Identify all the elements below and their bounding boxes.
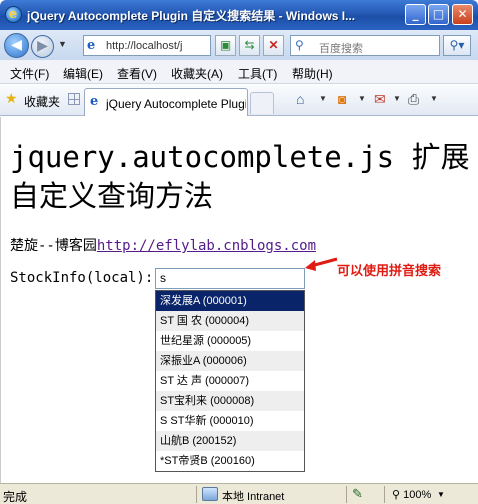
- title-bar: e jQuery Autocomplete Plugin 自定义搜索结果 - W…: [0, 0, 478, 30]
- stock-info-input[interactable]: s: [155, 268, 305, 289]
- autocomplete-item[interactable]: ST宝利来 (000008): [156, 391, 304, 411]
- autocomplete-item[interactable]: 世纪星源 (000005): [156, 331, 304, 351]
- zoom-level[interactable]: ⚲ 100%: [392, 488, 431, 501]
- menu-tools[interactable]: 工具(T): [238, 65, 277, 82]
- pinyin-hint: 可以使用拼音搜索: [337, 263, 442, 278]
- stock-info-label: StockInfo(local):: [10, 270, 154, 286]
- ie-logo-icon: e: [5, 6, 22, 23]
- security-zone[interactable]: 本地 Intranet: [222, 488, 284, 504]
- page-icon: e: [87, 38, 96, 53]
- menu-favorites[interactable]: 收藏夹(A): [171, 65, 223, 82]
- address-bar[interactable]: e http://localhost/j: [83, 35, 211, 56]
- blog-link[interactable]: http://eflylab.cnblogs.com: [97, 238, 316, 254]
- close-button[interactable]: ✕: [452, 4, 473, 25]
- autocomplete-item[interactable]: ST 国 农 (000004): [156, 311, 304, 331]
- zoom-dropdown-icon[interactable]: ▼: [437, 490, 445, 499]
- search-box[interactable]: ⚲ 百度搜索: [290, 35, 440, 56]
- zoom-value: 100%: [403, 489, 432, 501]
- blog-prefix: 楚旋--博客园: [10, 238, 97, 254]
- tab-title: jQuery Autocomplete Plugi...: [106, 97, 246, 111]
- blog-line: 楚旋--博客园http://eflylab.cnblogs.com: [10, 235, 316, 255]
- favorites-star-icon[interactable]: ★: [5, 91, 18, 105]
- status-divider: [346, 486, 347, 503]
- print-icon[interactable]: ⎙: [408, 91, 419, 107]
- status-bar: 完成 本地 Intranet ✎ ⚲ 100% ▼: [0, 483, 478, 504]
- home-dropdown-icon[interactable]: ▼: [319, 94, 327, 103]
- window-title: jQuery Autocomplete Plugin 自定义搜索结果 - Win…: [27, 9, 356, 23]
- forward-button[interactable]: ▶: [31, 35, 54, 58]
- autocomplete-item[interactable]: ST 达 声 (000007): [156, 371, 304, 391]
- menu-view[interactable]: 查看(V): [117, 65, 157, 82]
- new-tab-button[interactable]: [250, 92, 274, 114]
- menu-help[interactable]: 帮助(H): [292, 65, 333, 82]
- tab-page-icon: e: [90, 94, 99, 109]
- autocomplete-list: 深发展A (000001) ST 国 农 (000004) 世纪星源 (000005…: [155, 290, 305, 472]
- intranet-zone-icon: [202, 487, 218, 501]
- status-text: 完成: [3, 490, 28, 504]
- status-divider: [196, 486, 197, 503]
- menu-file[interactable]: 文件(F): [10, 65, 49, 82]
- status-divider: [384, 486, 385, 503]
- search-provider-icon: ⚲: [295, 38, 304, 52]
- menu-edit[interactable]: 编辑(E): [63, 65, 103, 82]
- search-button[interactable]: ⚲▾: [443, 35, 471, 56]
- quick-tabs-icon[interactable]: [68, 93, 80, 105]
- favorites-button[interactable]: 收藏夹: [24, 93, 60, 110]
- autocomplete-item[interactable]: 山航B (200152): [156, 431, 304, 451]
- maximize-button[interactable]: □: [428, 4, 449, 25]
- protected-mode-icon[interactable]: ✎: [352, 486, 363, 502]
- stop-button[interactable]: ✕: [263, 35, 284, 56]
- autocomplete-item[interactable]: S ST华新 (000010): [156, 411, 304, 431]
- history-dropdown-icon[interactable]: ▼: [58, 39, 67, 49]
- address-input[interactable]: http://localhost/j: [106, 40, 210, 52]
- tab-bar: ★ 收藏夹 e jQuery Autocomplete Plugi... ⌂ ▼…: [0, 84, 478, 116]
- autocomplete-item[interactable]: *ST帝贤B (200160): [156, 451, 304, 471]
- autocomplete-item[interactable]: 深发展A (000001): [156, 291, 304, 311]
- minimize-button[interactable]: _: [405, 4, 426, 25]
- feeds-icon[interactable]: ◙: [338, 91, 346, 107]
- mail-dropdown-icon[interactable]: ▼: [393, 94, 401, 103]
- navigation-bar: ◀ ▶ ▼ e http://localhost/j ▣ ⇆ ✕ ⚲ 百度搜索 …: [0, 30, 478, 60]
- menu-bar: 文件(F) 编辑(E) 查看(V) 收藏夹(A) 工具(T) 帮助(H): [0, 60, 478, 84]
- page-content: jquery.autocomplete.js 扩展自定义查询方法 楚旋--博客园…: [0, 117, 478, 483]
- page-heading: jquery.autocomplete.js 扩展自定义查询方法: [10, 140, 470, 213]
- home-icon[interactable]: ⌂: [296, 91, 304, 107]
- red-arrow-icon: [305, 257, 338, 271]
- mail-icon[interactable]: ✉: [374, 91, 386, 107]
- print-dropdown-icon[interactable]: ▼: [430, 94, 438, 103]
- compat-view-icon[interactable]: ▣: [215, 35, 236, 56]
- autocomplete-item[interactable]: 深振业A (000006): [156, 351, 304, 371]
- search-input[interactable]: 百度搜索: [319, 40, 363, 56]
- back-button[interactable]: ◀: [4, 33, 29, 58]
- feeds-dropdown-icon[interactable]: ▼: [358, 94, 366, 103]
- tab-current[interactable]: e jQuery Autocomplete Plugi...: [84, 88, 248, 116]
- refresh-button[interactable]: ⇆: [239, 35, 260, 56]
